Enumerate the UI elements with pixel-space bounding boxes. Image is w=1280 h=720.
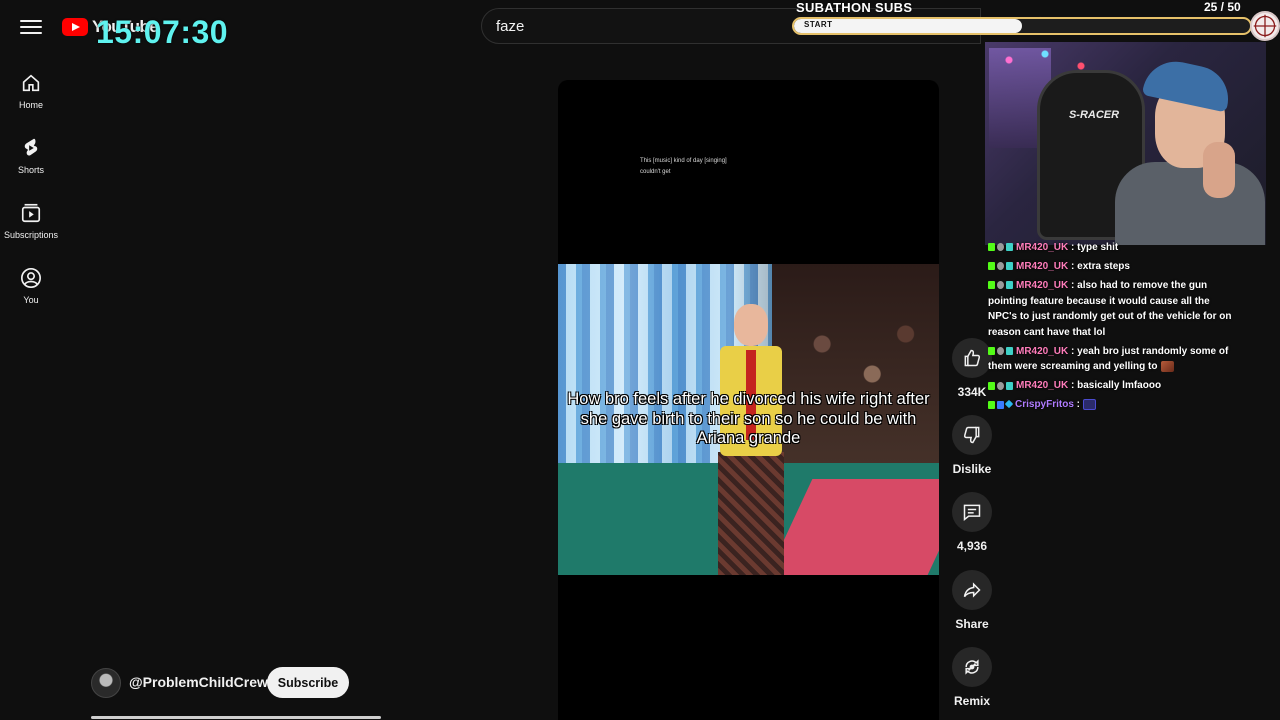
- chat-badge-icon: [997, 381, 1004, 390]
- subathon-start-label: START: [804, 20, 833, 29]
- comment-count: 4,936: [956, 539, 988, 553]
- subathon-progress-bar: START: [792, 17, 1252, 35]
- auto-captions: This [music] kind of day [singing] could…: [640, 156, 727, 179]
- dislike-button[interactable]: Dislike: [950, 415, 994, 476]
- chat-badge-icon: [988, 400, 995, 409]
- chat-badge-icon: [1006, 281, 1013, 290]
- app-root: YouTube 15:07:30 faze SUBATHON SUBS STAR…: [0, 0, 1280, 720]
- nav-label-subscriptions: Subscriptions: [3, 230, 59, 240]
- share-circle: [952, 570, 992, 610]
- chat-badge-icon: [997, 262, 1004, 271]
- chat-badge-icon: [1006, 243, 1013, 252]
- chat-message: MR420_UK : type shit: [988, 240, 1238, 256]
- chat-badges: [988, 262, 1013, 271]
- comments-circle: [952, 492, 992, 532]
- dislike-label: Dislike: [952, 462, 992, 476]
- webcam-hoodie: [1115, 162, 1265, 245]
- chat-badges: [988, 281, 1013, 290]
- chat-overlay: MR420_UK : type shit MR420_UK : extra ste…: [988, 240, 1238, 416]
- chat-badge-icon: [1006, 347, 1013, 356]
- you-icon: [21, 268, 41, 288]
- chat-message: MR420_UK : also had to remove the gun po…: [988, 278, 1238, 340]
- chair-brand-text: S-RACER: [1068, 109, 1120, 121]
- shorts-icon: [24, 138, 38, 156]
- chat-text: : basically lmfaooo: [1068, 380, 1162, 392]
- dislike-circle: [952, 415, 992, 455]
- chat-text: : extra steps: [1068, 260, 1130, 272]
- chat-badge-icon: [988, 281, 995, 290]
- channel-avatar[interactable]: [91, 668, 121, 698]
- subscriptions-icon: [21, 203, 41, 223]
- chat-badge-icon: [988, 347, 995, 356]
- subathon-title: SUBATHON SUBS: [796, 0, 913, 15]
- chat-username[interactable]: MR420_UK: [1016, 280, 1068, 291]
- nav-label-you: You: [23, 295, 39, 305]
- chat-badge-icon: [1006, 381, 1013, 390]
- nav-item-home[interactable]: Home: [0, 70, 62, 128]
- chat-badge-icon: [997, 243, 1004, 252]
- thumbs-up-icon: [964, 349, 981, 367]
- chat-badge-icon: [1006, 262, 1013, 271]
- chat-username[interactable]: MR420_UK: [1016, 261, 1068, 272]
- remix-icon: [965, 659, 979, 675]
- remix-circle: [952, 647, 992, 687]
- nav-item-subscriptions[interactable]: Subscriptions: [0, 200, 62, 258]
- video-text-overlay: How bro feels after he divorced his wife…: [567, 390, 930, 447]
- chat-emote-icon: [1160, 361, 1174, 373]
- chat-badges: [988, 243, 1013, 252]
- subathon-count: 25 / 50: [1204, 0, 1241, 14]
- chat-badge-icon: [1004, 399, 1014, 408]
- share-label: Share: [955, 617, 989, 631]
- chat-username[interactable]: MR420_UK: [1016, 346, 1068, 357]
- chat-badges: [988, 381, 1013, 390]
- nav-item-you[interactable]: You: [0, 265, 62, 323]
- shorts-video-player[interactable]: This [music] kind of day [singing] could…: [558, 80, 939, 720]
- like-count: 334K: [957, 385, 987, 399]
- chat-message: MR420_UK : extra steps: [988, 259, 1238, 275]
- comments-button[interactable]: 4,936: [950, 492, 994, 553]
- webcam-hand: [1203, 142, 1235, 198]
- chat-badges: [988, 347, 1013, 356]
- chat-message: CrispyFritos :: [988, 397, 1238, 413]
- chat-username[interactable]: MR420_UK: [1016, 380, 1068, 391]
- chat-message: MR420_UK : yeah bro just randomly some o…: [988, 344, 1238, 375]
- chat-badges: [988, 399, 1014, 409]
- youtube-play-icon: [62, 18, 88, 36]
- share-icon: [963, 582, 981, 598]
- remix-button[interactable]: Remix: [950, 647, 994, 708]
- home-icon: [22, 74, 40, 92]
- chat-text: : type shit: [1068, 242, 1119, 253]
- nav-item-shorts[interactable]: Shorts: [0, 135, 62, 193]
- remix-label: Remix: [953, 694, 991, 708]
- crosshair-icon: [1250, 11, 1280, 41]
- chat-username[interactable]: CrispyFritos: [1015, 399, 1074, 410]
- chat-emote-icon: [1083, 399, 1097, 411]
- chat-username[interactable]: MR420_UK: [1016, 242, 1068, 253]
- chat-message: MR420_UK : basically lmfaooo: [988, 378, 1238, 394]
- menu-icon[interactable]: [20, 16, 42, 36]
- nav-label-home: Home: [18, 100, 43, 110]
- nav-label-shorts: Shorts: [17, 165, 44, 175]
- chat-badge-icon: [988, 243, 995, 252]
- chat-badge-icon: [997, 347, 1004, 356]
- chat-badge-icon: [997, 400, 1004, 409]
- video-clip-frame: How bro feels after he divorced his wife…: [558, 264, 939, 575]
- caption-line: couldn't get: [640, 169, 671, 176]
- streamer-webcam: S-RACER: [985, 42, 1266, 245]
- like-circle: [952, 338, 992, 378]
- chat-badge-icon: [988, 262, 995, 271]
- chat-badge-icon: [997, 281, 1004, 290]
- share-button[interactable]: Share: [950, 570, 994, 631]
- search-query-text: faze: [496, 17, 525, 35]
- caption-line: This [music] kind of day [singing]: [640, 158, 727, 164]
- subscribe-button[interactable]: Subscribe: [267, 667, 349, 698]
- stream-clock: 15:07:30: [96, 14, 229, 50]
- video-title-peek: [91, 713, 391, 720]
- chat-badge-icon: [988, 381, 995, 390]
- chat-text: :: [1073, 399, 1081, 411]
- thumbs-down-icon: [963, 426, 980, 444]
- comment-icon: [963, 504, 981, 522]
- channel-handle[interactable]: @ProblemChildCrew: [129, 674, 268, 690]
